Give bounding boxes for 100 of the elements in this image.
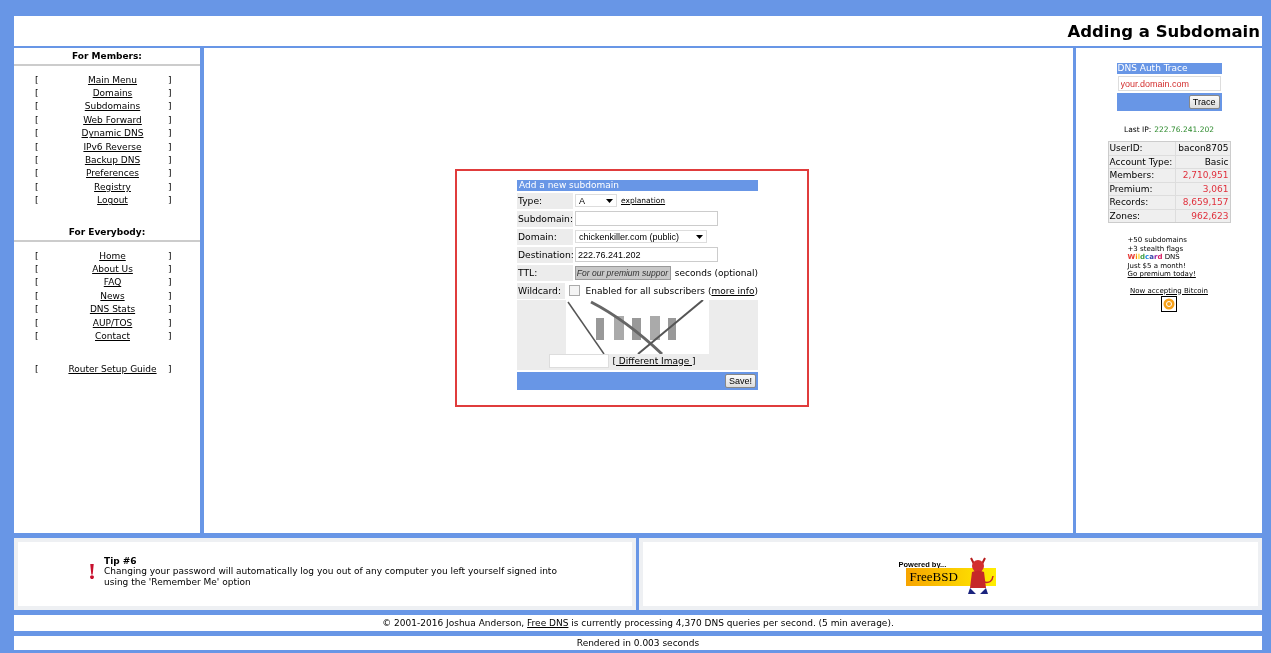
- bracket: ]: [168, 317, 173, 328]
- bracket: ]: [168, 195, 173, 206]
- bracket: [: [35, 364, 40, 375]
- save-button[interactable]: Save!: [725, 373, 756, 388]
- bracket: [: [35, 181, 40, 192]
- captcha-field[interactable]: [549, 353, 610, 368]
- table-cell: 3,061: [1175, 182, 1230, 195]
- nav-link[interactable]: Router Setup Guide: [68, 364, 157, 375]
- table-cell: UserID:: [1108, 142, 1175, 155]
- tip-title: Tip #6: [104, 556, 138, 566]
- field-label: Domain:: [517, 228, 573, 245]
- field-label: TTL:: [517, 264, 573, 281]
- bracket: ]: [168, 155, 173, 166]
- bracket: ]: [168, 181, 173, 192]
- nav-link[interactable]: Contact: [95, 330, 130, 341]
- nav-link[interactable]: Logout: [97, 195, 128, 206]
- bracket: ]: [168, 290, 173, 301]
- nav-link[interactable]: Main Menu: [87, 74, 138, 85]
- bracket: ]: [168, 114, 173, 125]
- bracket: [: [35, 290, 40, 301]
- bracket: [: [35, 155, 40, 166]
- nav-link[interactable]: AUP/TOS: [92, 317, 133, 328]
- bracket: ]: [168, 250, 173, 261]
- bracket: [: [35, 88, 40, 99]
- section-heading: For Members:: [14, 51, 200, 66]
- warning-icon: !: [88, 558, 96, 585]
- bracket: [: [35, 114, 40, 125]
- nav-link[interactable]: Dynamic DNS: [81, 128, 144, 139]
- field-label: Subdomain:: [517, 210, 573, 227]
- table-cell: Premium:: [1108, 182, 1175, 195]
- table-cell: Basic: [1175, 155, 1230, 168]
- bracket: ]: [168, 277, 173, 288]
- nav-link[interactable]: Domains: [92, 88, 133, 99]
- nav-link[interactable]: Backup DNS: [84, 155, 141, 166]
- bracket: [: [35, 250, 40, 261]
- free-dns-link[interactable]: Free DNS: [527, 618, 569, 628]
- table-cell: Members:: [1108, 169, 1175, 182]
- bracket: ]: [168, 141, 173, 152]
- bracket: ]: [168, 168, 173, 179]
- nav-link[interactable]: Registry: [94, 181, 131, 192]
- table-cell: bacon8705: [1175, 142, 1230, 155]
- section-heading: For Everybody:: [14, 226, 200, 242]
- nav-link[interactable]: Subdomains: [84, 101, 141, 112]
- render-time: Rendered in 0.003 seconds: [576, 638, 700, 648]
- tip-text: Changing your password will automatically log you out of any computer you left yourself signed into using the 'Remember Me' option: [104, 566, 558, 587]
- footer-text: © 2001-2016 Joshua Anderson, Free DNS is currently processing 4,370 DNS queries per second. (5 min average).: [382, 618, 894, 628]
- field-label: Wildcard:: [517, 282, 565, 299]
- bracket: ]: [168, 74, 173, 85]
- text-field[interactable]: 222.76.241.202: [575, 247, 718, 262]
- table-cell: 2,710,951: [1175, 169, 1230, 182]
- bracket: [: [35, 74, 40, 85]
- bracket: ]: [168, 264, 173, 274]
- bracket: ]: [168, 128, 173, 139]
- bracket: ]: [168, 101, 173, 112]
- nav-link[interactable]: Preferences: [86, 168, 139, 179]
- table-cell: Zones:: [1108, 209, 1175, 222]
- table-cell: Records:: [1108, 196, 1175, 209]
- table-cell: 962,623: [1175, 209, 1230, 222]
- bracket: [: [35, 101, 40, 112]
- nav-link[interactable]: IPv6 Reverse: [83, 141, 142, 152]
- table-cell: 8,659,157: [1175, 196, 1230, 209]
- nav-link[interactable]: News: [100, 290, 125, 301]
- bracket: [: [35, 168, 40, 179]
- bracket: [: [35, 141, 40, 152]
- field-hint: seconds (optional): [674, 267, 758, 278]
- bracket: [: [35, 128, 40, 139]
- bracket: [: [35, 304, 40, 315]
- caret-icon: [606, 198, 613, 203]
- form-title: Add a new subdomain: [517, 179, 758, 191]
- bracket: [: [35, 264, 40, 274]
- bracket: [: [35, 277, 40, 288]
- bracket: ]: [168, 330, 173, 341]
- page-title: Adding a Subdomain: [1067, 21, 1260, 41]
- bracket: ]: [168, 304, 173, 315]
- nav-link[interactable]: Home: [99, 250, 126, 261]
- dropdown[interactable]: chickenkiller.com (public): [575, 230, 707, 243]
- text-field[interactable]: [575, 211, 718, 226]
- more-info-link[interactable]: more info: [711, 285, 755, 296]
- trace-button[interactable]: Trace: [1188, 95, 1220, 109]
- checkbox[interactable]: [568, 285, 580, 296]
- caret-icon: [696, 234, 703, 239]
- table-cell: Account Type:: [1108, 155, 1175, 168]
- bracket: ]: [168, 364, 173, 375]
- trace-title: DNS Auth Trace: [1116, 63, 1222, 74]
- bracket: [: [35, 330, 40, 341]
- domain-field[interactable]: your.domain.com: [1117, 76, 1221, 91]
- bracket: [: [35, 317, 40, 328]
- nav-link[interactable]: Web Forward: [83, 114, 142, 125]
- field-label: Type:: [517, 192, 573, 209]
- nav-link[interactable]: FAQ: [103, 277, 122, 288]
- ttl-field: For our premium suppor: [574, 265, 671, 280]
- nav-link[interactable]: DNS Stats: [89, 304, 136, 315]
- bracket: ]: [168, 88, 173, 99]
- nav-link[interactable]: About Us: [92, 264, 133, 274]
- dropdown[interactable]: A: [575, 194, 617, 207]
- bitcoin-icon[interactable]: [1161, 296, 1177, 312]
- different-image-link[interactable]: [ Different Image ]: [612, 355, 696, 366]
- checkbox-label: Enabled for all subscribers (more info): [585, 285, 758, 296]
- field-label: Destination:: [517, 246, 573, 263]
- bracket: [: [35, 195, 40, 206]
